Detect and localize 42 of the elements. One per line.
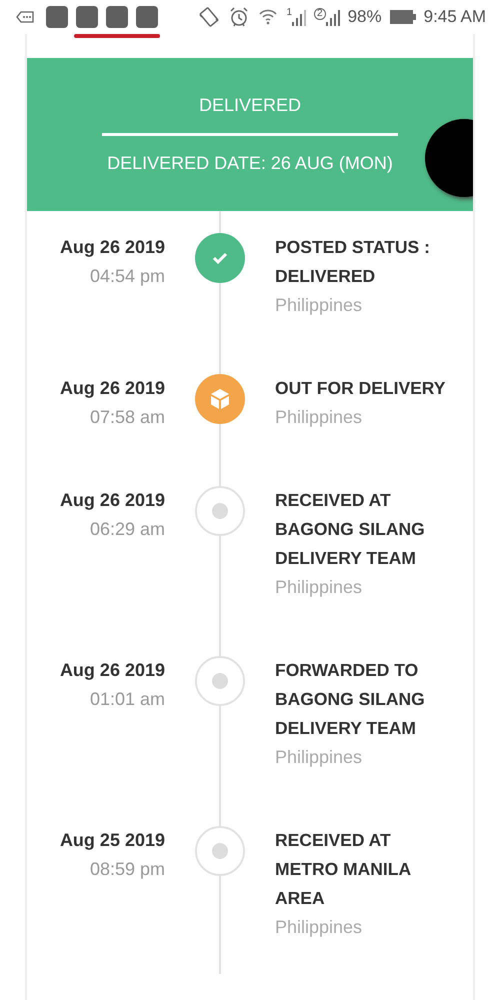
event-location: Philippines — [275, 294, 364, 317]
signal-icon — [292, 8, 306, 26]
vibrate-icon — [198, 6, 220, 28]
battery-icon — [390, 9, 416, 25]
delivered-date: DELIVERED DATE: 26 AUG (MON) — [106, 152, 394, 175]
delivery-status: DELIVERED — [198, 94, 302, 117]
event-title: RECEIVED AT BAGONG SILANG DELIVERY TEAM — [275, 489, 426, 570]
signal-icon — [326, 8, 340, 26]
event-title: FORWARDED TO BAGONG SILANG DELIVERY TEAM — [275, 659, 426, 740]
sim-label: 2 — [314, 8, 326, 20]
event-time: 07:58 am — [88, 406, 165, 429]
dot-icon — [212, 503, 228, 519]
box-icon — [209, 388, 231, 410]
event-date: Aug 26 2019 — [58, 236, 165, 259]
notification-icon — [46, 6, 68, 28]
wifi-icon — [258, 7, 278, 27]
check-icon — [212, 252, 228, 264]
event-time: 08:59 pm — [88, 858, 165, 881]
event-time: 01:01 am — [88, 688, 165, 711]
event-location: Philippines — [275, 406, 364, 429]
event-title: OUT FOR DELIVERY — [275, 377, 446, 400]
event-date: Aug 26 2019 — [58, 489, 165, 512]
tag-icon — [16, 11, 34, 23]
notification-icon — [76, 6, 98, 28]
alarm-icon — [228, 6, 250, 28]
event-location: Philippines — [275, 746, 364, 769]
event-time: 04:54 pm — [88, 265, 165, 288]
dot-icon — [212, 673, 228, 689]
notification-icon — [136, 6, 158, 28]
battery-percent: 98% — [348, 6, 382, 28]
notification-icon — [106, 6, 128, 28]
sim-label: 1 — [286, 8, 292, 18]
dot-icon — [212, 843, 228, 859]
clock: 9:45 AM — [424, 6, 486, 28]
event-location: Philippines — [275, 916, 364, 939]
event-date: Aug 25 2019 — [58, 829, 165, 852]
event-time: 06:29 am — [88, 518, 165, 541]
event-title: RECEIVED AT METRO MANILA AREA — [275, 829, 412, 910]
event-title: POSTED STATUS : DELIVERED — [275, 236, 431, 288]
event-date: Aug 26 2019 — [58, 377, 165, 400]
event-date: Aug 26 2019 — [58, 659, 165, 682]
event-location: Philippines — [275, 576, 364, 599]
